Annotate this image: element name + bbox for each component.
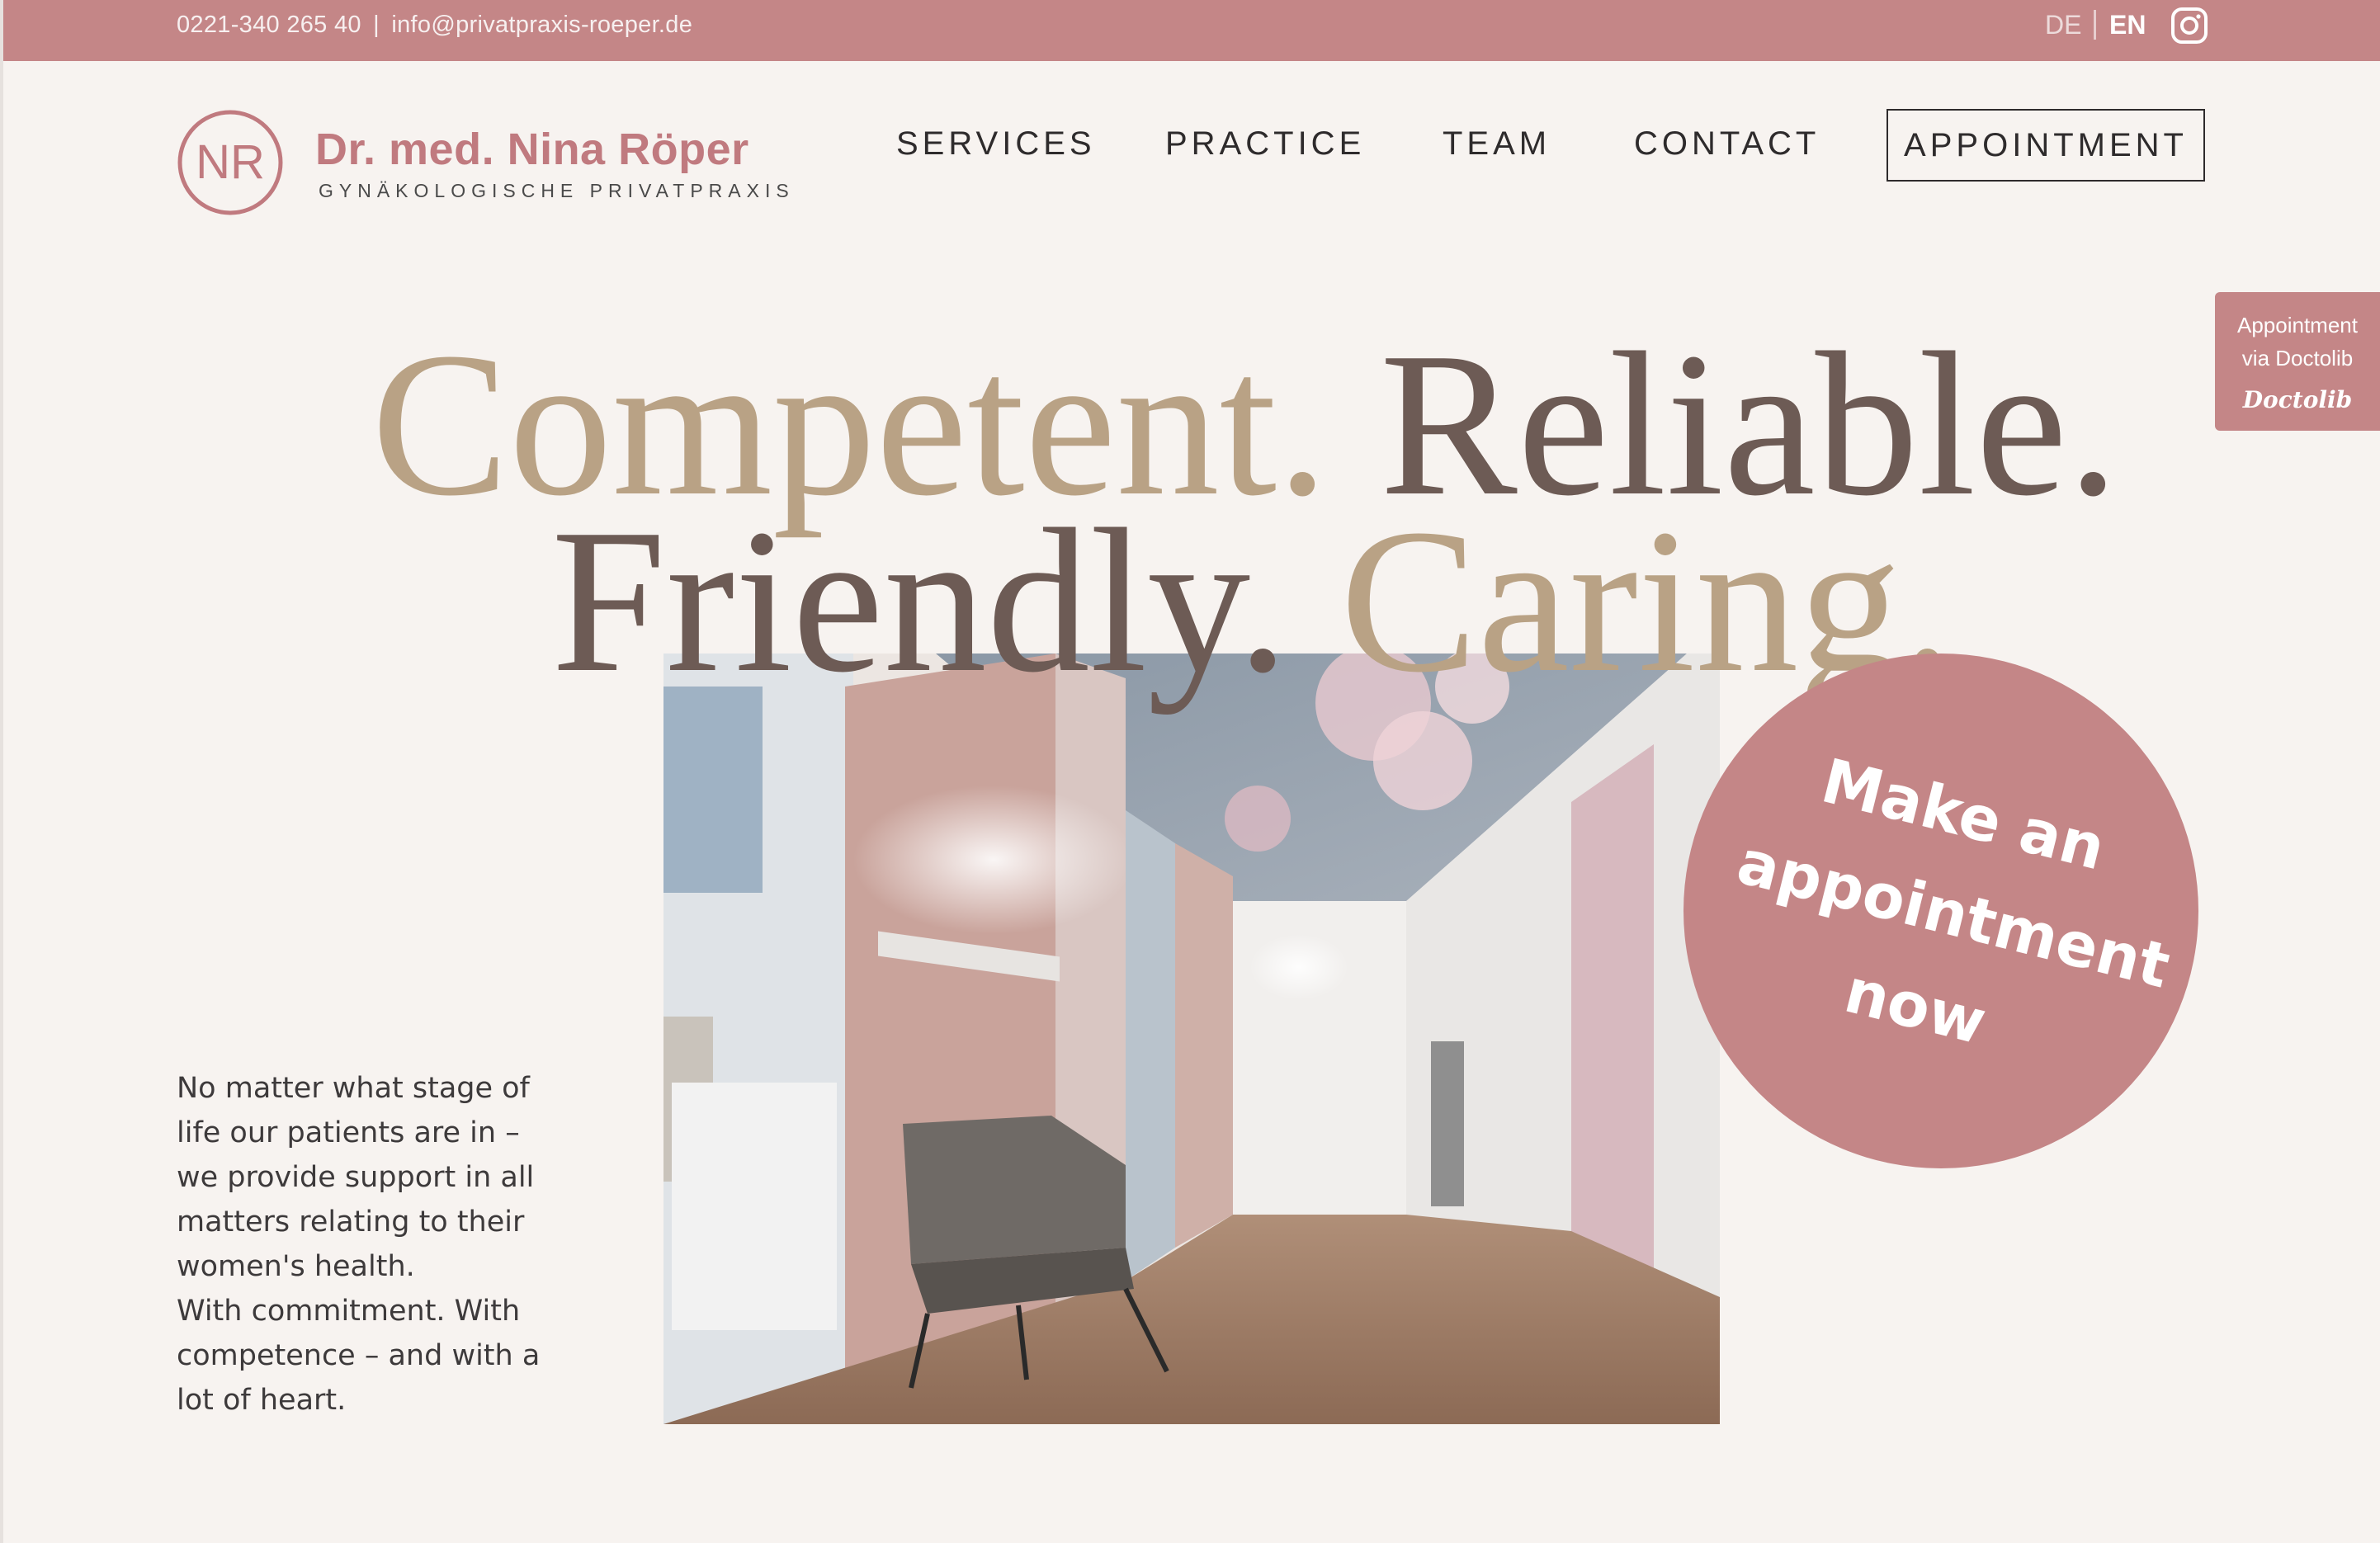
intro-line: lot of heart. — [177, 1384, 347, 1417]
logo-initials: NR — [196, 135, 265, 189]
hero-word-friendly: Friendly. — [551, 487, 1289, 715]
side-tab-line1: Appointment — [2237, 313, 2358, 337]
contact-info: 0221-340 265 40 | info@privatpraxis-roep… — [177, 12, 692, 39]
side-tab-line2: via Doctolib — [2241, 346, 2354, 370]
intro-line: women's health. — [177, 1250, 415, 1283]
lang-de-link[interactable]: DE — [2045, 10, 2081, 40]
doctolib-side-tab[interactable]: Appointment via Doctolib Doctolib — [2215, 292, 2380, 431]
intro-line: competence – and with a — [177, 1339, 541, 1372]
lang-divider — [2094, 10, 2096, 40]
logo-icon[interactable]: NR — [177, 109, 284, 216]
intro-line: life our patients are in – — [177, 1116, 520, 1149]
nav-team[interactable]: TEAM — [1443, 125, 1551, 163]
contact-separator: | — [373, 12, 380, 38]
intro-paragraph: No matter what stage of life our patient… — [177, 1066, 548, 1423]
intro-line: With commitment. With — [177, 1295, 521, 1328]
page-edge — [0, 0, 3, 1543]
hero-headline-line2: Friendly. Caring. — [551, 498, 1953, 705]
intro-line: we provide support in all — [177, 1161, 535, 1194]
nav-services[interactable]: SERVICES — [896, 125, 1096, 163]
appointment-button[interactable]: APPOINTMENT — [1887, 109, 2205, 182]
instagram-icon[interactable] — [2170, 7, 2208, 45]
brand-name[interactable]: Dr. med. Nina Röper — [315, 124, 749, 175]
intro-line: No matter what stage of — [177, 1072, 530, 1105]
doctolib-logo: Doctolib — [2242, 386, 2353, 413]
hero-photo-hallway — [663, 654, 1720, 1424]
make-appointment-circle-button[interactable]: Make an appointment now — [1683, 654, 2198, 1168]
lang-en-link[interactable]: EN — [2109, 10, 2146, 40]
phone-link[interactable]: 0221-340 265 40 — [177, 12, 361, 38]
intro-line: matters relating to their — [177, 1206, 525, 1239]
email-link[interactable]: info@privatpraxis-roeper.de — [391, 12, 692, 38]
nav-practice[interactable]: PRACTICE — [1165, 125, 1365, 163]
nav-contact[interactable]: CONTACT — [1634, 125, 1820, 163]
brand-subtitle: GYNÄKOLOGISCHE PRIVATPRAXIS — [319, 180, 795, 201]
